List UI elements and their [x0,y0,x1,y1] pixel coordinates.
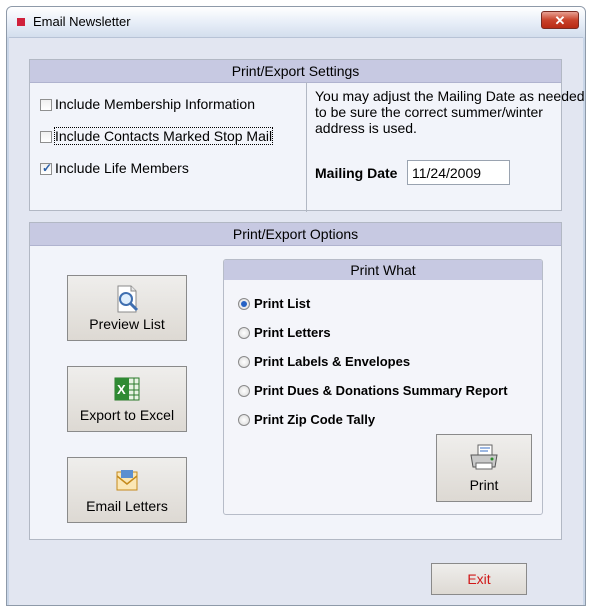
radio-button[interactable] [238,385,250,397]
settings-panel: Print/Export Settings Include Membership… [29,59,585,212]
checkbox-label: Include Life Members [55,160,189,176]
radio-print-list[interactable]: Print List [238,296,310,311]
radio-print-labels[interactable]: Print Labels & Envelopes [238,354,410,369]
checkbox-stop-mail[interactable]: Include Contacts Marked Stop Mail [40,127,274,145]
preview-list-button[interactable]: Preview List [67,275,187,341]
radio-print-dues-report[interactable]: Print Dues & Donations Summary Report [238,383,508,398]
print-what-group: Print What Print List Print Letters Prin… [223,259,543,515]
radio-label: Print Dues & Donations Summary Report [254,383,508,398]
client-area: Print/Export Settings Include Membership… [9,37,585,605]
radio-label: Print List [254,296,311,311]
app-icon [17,18,25,26]
radio-label: Print Labels & Envelopes [254,354,411,369]
radio-button[interactable] [238,414,250,426]
printer-icon [468,443,500,476]
mailing-date-note: You may adjust the Mailing Date as neede… [315,88,585,136]
exit-button[interactable]: Exit [431,563,527,595]
magnifier-document-icon [112,284,142,317]
checkbox-membership-info[interactable]: Include Membership Information [40,96,255,112]
checkbox-box[interactable] [40,161,52,175]
email-letters-label: Email Letters [86,498,168,514]
checkbox-label: Include Membership Information [55,96,255,112]
mailing-date-input[interactable] [407,160,510,185]
options-header: Print/Export Options [30,223,561,246]
title-bar: Email Newsletter ✕ [7,7,585,37]
envelope-icon [112,466,142,499]
print-label: Print [469,477,499,493]
preview-list-label: Preview List [89,316,165,332]
radio-button[interactable] [238,356,250,368]
email-newsletter-window: Email Newsletter ✕ Print/Export Settings… [6,6,586,606]
excel-icon: X [112,375,142,408]
radio-label: Print Letters [254,325,331,340]
divider [306,82,307,212]
mailing-date-label: Mailing Date [315,165,398,181]
checkbox-box[interactable] [40,99,52,111]
print-button[interactable]: Print [436,434,532,502]
checkbox-life-members[interactable]: Include Life Members [40,160,189,176]
radio-button[interactable] [238,327,250,339]
radio-label: Print Zip Code Tally [254,412,376,427]
radio-print-letters[interactable]: Print Letters [238,325,331,340]
export-excel-label: Export to Excel [79,407,175,423]
options-panel: Print/Export Options Preview List X Expo… [29,222,562,540]
checkbox-box[interactable] [40,131,52,143]
print-what-header: Print What [224,260,542,280]
svg-text:X: X [117,382,126,397]
email-letters-button[interactable]: Email Letters [67,457,187,523]
settings-header: Print/Export Settings [30,60,561,83]
radio-button[interactable] [238,298,250,310]
radio-print-zip-tally[interactable]: Print Zip Code Tally [238,412,375,427]
checkbox-label: Include Contacts Marked Stop Mail [53,127,274,145]
close-button[interactable]: ✕ [541,11,579,29]
window-title: Email Newsletter [33,14,131,29]
export-excel-button[interactable]: X Export to Excel [67,366,187,432]
